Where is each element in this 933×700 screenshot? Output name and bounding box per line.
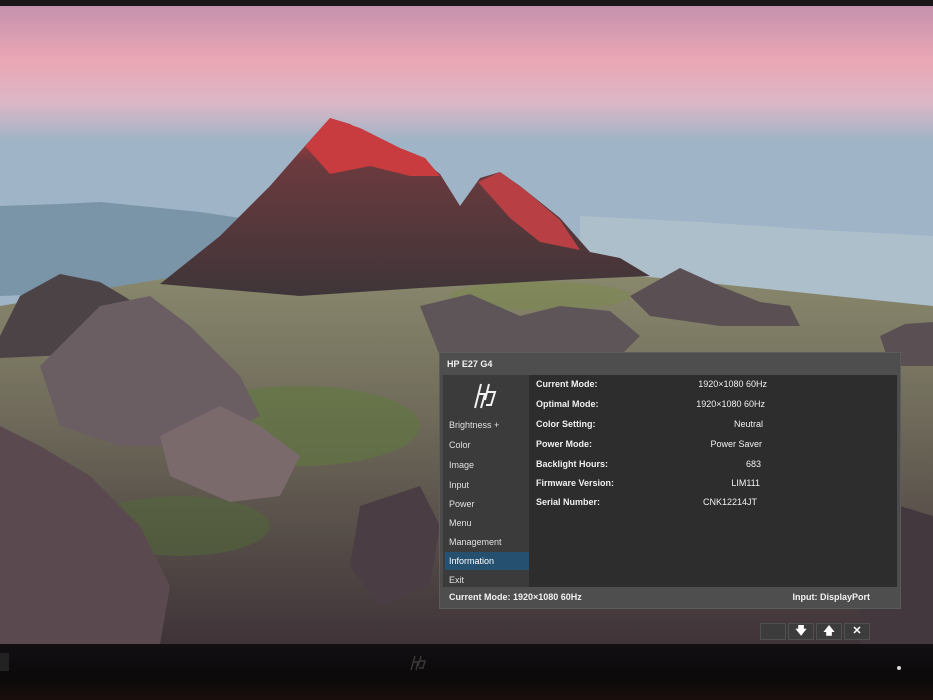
info-label: Power Mode:: [536, 439, 593, 449]
power-led: [897, 666, 901, 670]
info-value: CNK12214JT: [702, 497, 757, 507]
blank-key-icon[interactable]: [760, 623, 786, 640]
arrow-up-icon[interactable]: 🡅: [816, 623, 842, 640]
menu-item-brightness[interactable]: Brightness +: [445, 416, 529, 434]
info-value: 1920×1080 60Hz: [698, 379, 767, 389]
menu-item-color[interactable]: Color: [445, 436, 529, 454]
info-label: Backlight Hours:: [536, 459, 609, 469]
hp-logo-icon: [474, 383, 497, 409]
info-label: Color Setting:: [536, 419, 596, 429]
arrow-down-icon[interactable]: 🡇: [788, 623, 814, 640]
info-label: Current Mode:: [536, 379, 598, 389]
edge-glyph: [0, 653, 9, 671]
osd-sidebar: Brightness + Color Image Input Power Men…: [443, 375, 529, 587]
osd-key-hints: 🡇 🡅 ✕: [760, 623, 872, 640]
close-icon[interactable]: ✕: [844, 623, 870, 640]
menu-item-management[interactable]: Management: [445, 533, 529, 551]
osd-title: HP E27 G4: [440, 353, 900, 375]
info-value: LIM111: [731, 478, 760, 488]
info-row-power-mode: Power Mode: Power Saver: [529, 435, 897, 455]
osd-menu: HP E27 G4 Brightness + Color Image Input…: [439, 352, 901, 609]
info-row-firmware-version: Firmware Version: LIM111: [529, 474, 897, 494]
info-value: Power Saver: [710, 439, 762, 449]
info-value: Neutral: [733, 419, 763, 429]
information-panel: Current Mode: 1920×1080 60Hz Optimal Mod…: [529, 375, 897, 587]
info-row-optimal-mode: Optimal Mode: 1920×1080 60Hz: [529, 395, 897, 415]
info-label: Optimal Mode:: [536, 399, 599, 409]
bezel-hp-logo-icon: [410, 655, 426, 671]
info-label: Serial Number:: [536, 497, 601, 507]
menu-item-input[interactable]: Input: [445, 476, 529, 494]
menu-item-image[interactable]: Image: [445, 456, 529, 474]
info-row-serial-number: Serial Number: CNK12214JT: [529, 493, 897, 513]
info-value: 683: [745, 459, 761, 469]
status-current-mode: Current Mode: 1920×1080 60Hz: [449, 592, 582, 602]
osd-status-bar: Current Mode: 1920×1080 60Hz Input: Disp…: [440, 587, 900, 608]
info-value: 1920×1080 60Hz: [696, 399, 765, 409]
menu-item-menu[interactable]: Menu: [445, 514, 529, 532]
info-row-color-setting: Color Setting: Neutral: [529, 415, 897, 435]
info-row-backlight-hours: Backlight Hours: 683: [529, 455, 897, 475]
menu-item-power[interactable]: Power: [445, 495, 529, 513]
status-input-source: Input: DisplayPort: [792, 592, 870, 602]
info-row-current-mode: Current Mode: 1920×1080 60Hz: [529, 375, 897, 395]
menu-item-information[interactable]: Information: [445, 552, 529, 570]
monitor-bezel-bottom: [0, 644, 933, 700]
info-label: Firmware Version:: [536, 478, 615, 488]
